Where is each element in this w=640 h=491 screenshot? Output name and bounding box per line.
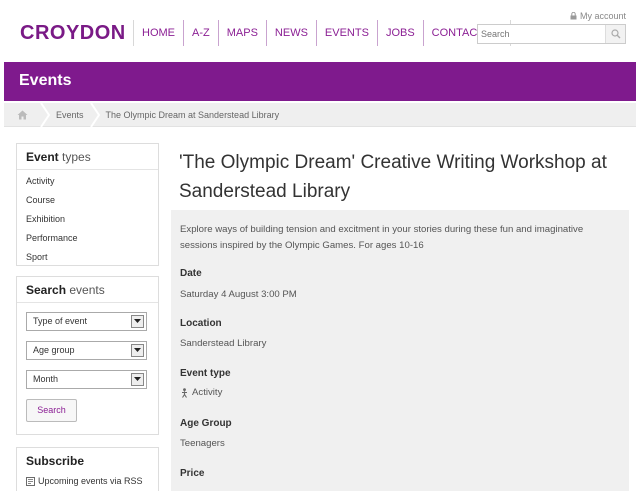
- nav-maps[interactable]: MAPS: [217, 20, 266, 46]
- search-events-heading-rest: events: [66, 283, 105, 297]
- search-events-box: Search events Type of event Age group Mo…: [16, 276, 159, 435]
- activity-icon: [182, 387, 187, 398]
- site-search: [477, 24, 626, 44]
- rss-icon: [26, 476, 35, 486]
- breadcrumb-separator-icon: [89, 102, 100, 127]
- price-label: Price: [180, 468, 205, 479]
- event-types-heading-rest: types: [58, 150, 91, 164]
- chevron-down-icon: [131, 315, 144, 328]
- nav-news[interactable]: NEWS: [265, 20, 316, 46]
- date-label: Date: [180, 268, 202, 279]
- month-select[interactable]: Month: [26, 370, 147, 389]
- rss-link[interactable]: Upcoming events via RSS: [17, 472, 158, 490]
- nav-a-z[interactable]: A-Z: [183, 20, 218, 46]
- breadcrumb-home[interactable]: [4, 103, 40, 127]
- event-types-heading: Event types: [17, 144, 158, 170]
- event-type-value: Activity: [180, 387, 222, 398]
- age-group-value-text: Teenagers: [180, 438, 225, 449]
- type-of-event-select[interactable]: Type of event: [26, 312, 147, 331]
- section-title: Events: [19, 72, 72, 89]
- section-banner: Events: [4, 62, 636, 101]
- age-group-label: Age Group: [180, 418, 232, 429]
- rss-label: Upcoming events via RSS: [38, 476, 143, 486]
- search-events-button[interactable]: Search: [26, 399, 77, 422]
- subscribe-heading: Subscribe: [17, 448, 158, 472]
- my-account-label: My account: [579, 11, 626, 21]
- nav-events[interactable]: EVENTS: [315, 20, 377, 46]
- search-button[interactable]: [605, 25, 625, 43]
- search-input[interactable]: [478, 25, 606, 43]
- age-group-select[interactable]: Age group: [26, 341, 147, 360]
- search-events-heading-bold: Search: [26, 283, 67, 297]
- type-of-event-value: Type of event: [33, 316, 88, 326]
- event-description: Explore ways of building tension and exc…: [180, 224, 584, 251]
- search-events-heading: Search events: [17, 277, 158, 303]
- event-type-sport[interactable]: Sport: [17, 248, 158, 267]
- breadcrumb-events[interactable]: Events: [50, 103, 90, 127]
- age-group-value: Age group: [33, 345, 75, 355]
- subscribe-heading-text: Subscribe: [26, 454, 85, 468]
- event-type-label: Event type: [180, 368, 231, 379]
- location-value: Sanderstead Library: [180, 338, 267, 349]
- location-label: Location: [180, 318, 222, 329]
- search-icon: [610, 29, 620, 39]
- site-header: CROYDON HOME A-Z MAPS NEWS EVENTS JOBS C…: [0, 0, 640, 62]
- top-navigation: HOME A-Z MAPS NEWS EVENTS JOBS CONTACT U…: [133, 20, 512, 46]
- event-type-text: Activity: [192, 387, 223, 398]
- site-logo[interactable]: CROYDON: [20, 22, 126, 45]
- event-types-box: Event types Activity Course Exhibition P…: [16, 143, 159, 266]
- home-icon: [17, 110, 27, 119]
- event-types-heading-bold: Event: [26, 150, 59, 164]
- event-details-panel: Explore ways of building tension and exc…: [171, 210, 629, 491]
- chevron-down-icon: [131, 344, 144, 357]
- subscribe-box: Subscribe Upcoming events via RSS: [16, 447, 159, 491]
- breadcrumb: Events The Olympic Dream at Sanderstead …: [4, 102, 636, 127]
- event-type-activity[interactable]: Activity: [17, 172, 158, 191]
- breadcrumb-current: The Olympic Dream at Sanderstead Library: [105, 109, 280, 120]
- my-account-link[interactable]: My account: [570, 11, 626, 21]
- breadcrumb-separator-icon: [40, 102, 50, 127]
- event-type-performance[interactable]: Performance: [17, 229, 158, 248]
- lock-icon: [570, 12, 577, 20]
- event-title: 'The Olympic Dream' Creative Writing Wor…: [179, 152, 607, 202]
- month-value: Month: [33, 374, 59, 384]
- event-types-list: Activity Course Exhibition Performance S…: [17, 170, 158, 267]
- nav-home[interactable]: HOME: [133, 20, 183, 46]
- date-value: Saturday 4 August 3:00 PM: [180, 289, 297, 300]
- chevron-down-icon: [131, 373, 144, 386]
- event-type-course[interactable]: Course: [17, 191, 158, 210]
- event-type-exhibition[interactable]: Exhibition: [17, 210, 158, 229]
- nav-jobs[interactable]: JOBS: [376, 20, 423, 46]
